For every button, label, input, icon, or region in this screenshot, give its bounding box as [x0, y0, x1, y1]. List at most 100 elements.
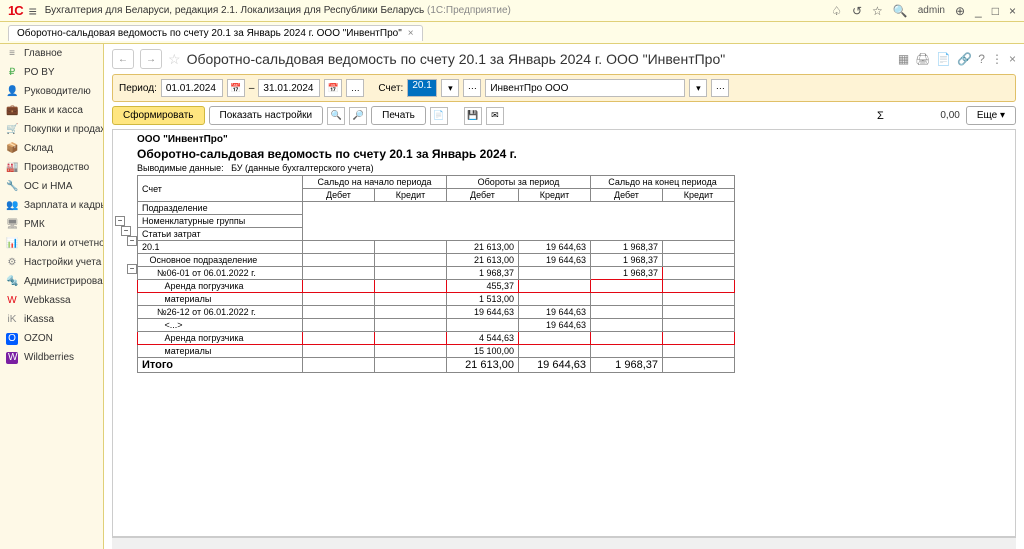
hdr-icon-1[interactable]: ▦ [898, 52, 909, 66]
sidebar-label: Главное [24, 48, 62, 59]
account-dropdown[interactable]: ▾ [441, 79, 459, 97]
table-row[interactable]: №06-01 от 06.01.2022 г.1 968,371 968,37 [138, 267, 735, 280]
hdr-icon-3[interactable]: 📄 [936, 52, 951, 66]
org-dropdown[interactable]: ▾ [689, 79, 707, 97]
date-from-input[interactable] [161, 79, 223, 97]
close-icon[interactable]: × [1009, 4, 1016, 18]
star-icon[interactable]: ☆ [872, 4, 883, 18]
sidebar-label: iKassa [24, 314, 54, 325]
sidebar-item-11[interactable]: ⚙ Настройки учета [0, 253, 103, 272]
more-button[interactable]: Еще ▾ [966, 106, 1016, 125]
sidebar-label: Склад [24, 143, 53, 154]
settings-button[interactable]: Показать настройки [209, 106, 324, 125]
report-meta: Выводимые данные: БУ (данные бухгалтерск… [137, 163, 1011, 173]
hdr-icon-4[interactable]: 🔗 [957, 52, 972, 66]
tree-collapse-3[interactable]: − [127, 236, 137, 246]
sidebar-icon: W [6, 295, 18, 307]
sidebar-icon: 🖥 [6, 219, 18, 231]
sidebar-item-6[interactable]: 🏭Производство [0, 158, 103, 177]
save-icon[interactable]: 💾 [464, 107, 482, 125]
sidebar-label: Покупки и продажи [24, 124, 103, 135]
sidebar-icon: 📦 [6, 143, 18, 155]
app-title: Бухгалтерия для Беларуси, редакция 2.1. … [45, 5, 511, 16]
account-picker[interactable]: ⋯ [463, 79, 481, 97]
search-icon[interactable]: 🔍 [893, 4, 908, 18]
sidebar-item-0[interactable]: ≡ Главное [0, 44, 103, 63]
sidebar-item-12[interactable]: 🔩 Администрирование [0, 272, 103, 291]
period-picker[interactable]: … [346, 79, 364, 97]
org-field[interactable] [485, 79, 685, 97]
back-button[interactable]: ← [112, 49, 134, 69]
sidebar-label: OZON [24, 333, 53, 344]
sidebar-icon: 🔩 [6, 276, 18, 288]
hdr-icon-2[interactable]: 🖨 [915, 52, 930, 66]
sidebar-icon: ⚙ [6, 257, 18, 269]
sum-value: 0,00 [890, 110, 960, 121]
sidebar-icon: ≡ [6, 48, 18, 60]
sidebar-label: ОС и НМА [24, 181, 72, 192]
report-title: Оборотно-сальдовая ведомость по счету 20… [137, 147, 1011, 161]
sidebar-label: Руководителю [24, 86, 91, 97]
table-row[interactable]: Аренда погрузчика4 544,63 [138, 332, 735, 345]
table-row[interactable]: №26-12 от 06.01.2022 г.19 644,6319 644,6… [138, 306, 735, 319]
org-picker[interactable]: ⋯ [711, 79, 729, 97]
hdr-help-icon[interactable]: ? [978, 52, 985, 66]
table-row[interactable]: материалы15 100,00 [138, 345, 735, 358]
sidebar-item-15[interactable]: OOZON [0, 329, 103, 348]
sidebar-icon: 📊 [6, 238, 18, 250]
sidebar-item-10[interactable]: 📊Налоги и отчетность [0, 234, 103, 253]
sidebar-item-9[interactable]: 🖥РМК [0, 215, 103, 234]
sidebar-icon: W [6, 352, 18, 364]
sidebar-item-1[interactable]: ₽PO BY [0, 63, 103, 82]
sidebar-item-14[interactable]: iKiKassa [0, 310, 103, 329]
bell-icon[interactable]: ♤ [831, 4, 842, 18]
sidebar-label: PO BY [24, 67, 55, 78]
sidebar-label: Администрирование [24, 276, 103, 287]
menu-icon[interactable]: ≡ [29, 3, 37, 19]
user-label[interactable]: admin [918, 5, 945, 16]
table-row[interactable]: Основное подразделение21 613,0019 644,63… [138, 254, 735, 267]
sidebar-item-8[interactable]: 👥Зарплата и кадры [0, 196, 103, 215]
hdr-close-icon[interactable]: × [1009, 52, 1016, 66]
tab-report[interactable]: Оборотно-сальдовая ведомость по счету 20… [8, 25, 423, 41]
table-row[interactable]: Аренда погрузчика455,37 [138, 280, 735, 293]
date-from-calendar[interactable]: 📅 [227, 79, 245, 97]
sidebar-icon: 🛒 [6, 124, 18, 136]
sidebar-item-13[interactable]: WWebkassa [0, 291, 103, 310]
minimize-icon[interactable]: _ [975, 4, 982, 18]
table-row[interactable]: 20.121 613,0019 644,631 968,37 [138, 241, 735, 254]
table-row[interactable]: материалы1 513,00 [138, 293, 735, 306]
tree-collapse-1[interactable]: − [115, 216, 125, 226]
sidebar-item-5[interactable]: 📦 Склад [0, 139, 103, 158]
sidebar-item-2[interactable]: 👤Руководителю [0, 82, 103, 101]
caps-icon[interactable]: ⊕ [955, 4, 965, 18]
sidebar-item-16[interactable]: WWildberries [0, 348, 103, 367]
doc-icon[interactable]: 📄 [430, 107, 448, 125]
hdr-more-icon[interactable]: ⋮ [991, 52, 1003, 66]
sidebar-icon: 👥 [6, 200, 18, 212]
sidebar-item-7[interactable]: 🔧ОС и НМА [0, 177, 103, 196]
history-icon[interactable]: ↺ [852, 4, 862, 18]
mail-icon[interactable]: ✉ [486, 107, 504, 125]
sidebar-item-3[interactable]: 💼Банк и касса [0, 101, 103, 120]
form-button[interactable]: Сформировать [112, 106, 205, 125]
horizontal-scrollbar[interactable] [112, 537, 1016, 549]
find2-icon[interactable]: 🔎 [349, 107, 367, 125]
account-field[interactable]: 20.1 [407, 79, 437, 97]
forward-button[interactable]: → [140, 49, 162, 69]
date-to-input[interactable] [258, 79, 320, 97]
tab-close-icon[interactable]: × [408, 28, 414, 39]
find-icon[interactable]: 🔍 [327, 107, 345, 125]
table-row[interactable]: <...>19 644,63 [138, 319, 735, 332]
sum-label: Σ [877, 110, 884, 122]
date-to-calendar[interactable]: 📅 [324, 79, 342, 97]
tree-collapse-4[interactable]: − [127, 264, 137, 274]
sidebar-label: Настройки учета [24, 257, 101, 268]
maximize-icon[interactable]: □ [992, 4, 999, 18]
favorite-icon[interactable]: ☆ [168, 51, 181, 68]
account-label: Счет: [378, 83, 403, 94]
sidebar-icon: 🏭 [6, 162, 18, 174]
tree-collapse-2[interactable]: − [121, 226, 131, 236]
sidebar-item-4[interactable]: 🛒 Покупки и продажи [0, 120, 103, 139]
print-button[interactable]: Печать [371, 106, 426, 125]
